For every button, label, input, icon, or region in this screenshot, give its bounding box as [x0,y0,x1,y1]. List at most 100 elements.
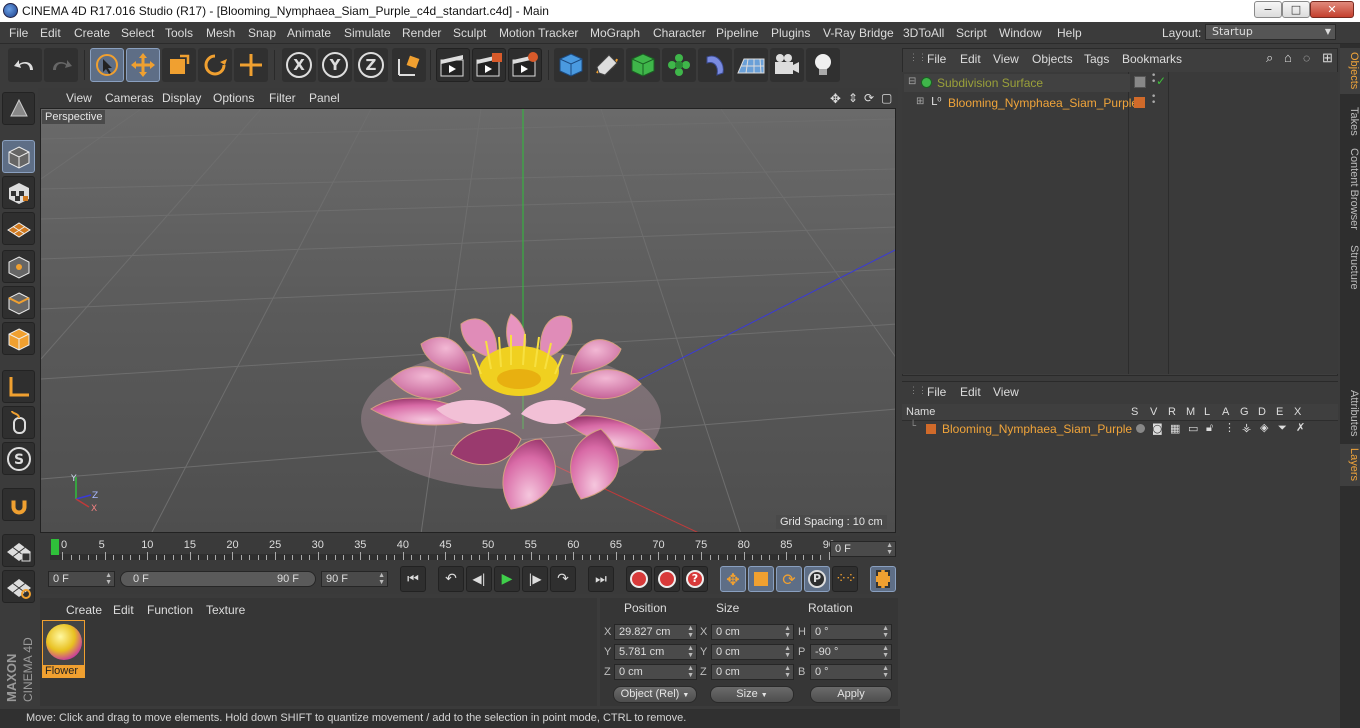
key-parameter-button[interactable]: P [804,566,830,592]
maximize-button[interactable]: □ [1282,1,1310,18]
end-frame-field[interactable]: 90 F ▲ ▼ [321,571,388,587]
live-selection-button[interactable] [90,48,124,82]
make-editable-button[interactable] [2,92,35,125]
layer-column-v[interactable]: V [1150,406,1157,418]
tab-layers[interactable]: Layers [1340,444,1360,486]
key-scale-button[interactable] [748,566,774,592]
spinner-arrows-icon[interactable]: ▲ ▼ [784,625,791,639]
deformer-button[interactable] [698,48,732,82]
timeline-playhead[interactable] [51,539,59,555]
object-menu-edit[interactable]: Edit [960,52,981,66]
menu-mesh[interactable]: Mesh [206,26,235,40]
record-keys-button[interactable] [626,566,652,592]
eye-icon[interactable]: ◌ [1303,51,1310,65]
floor-button[interactable] [734,48,768,82]
manager-toggle-icon[interactable]: ▭ [1188,422,1198,435]
menu-file[interactable]: File [9,26,28,40]
view-toggle-icon[interactable]: ◙ [1152,422,1163,435]
solo-button[interactable]: S [2,442,35,475]
render-to-picture-viewer-button[interactable] [472,48,506,82]
next-frame-button[interactable]: |▶ [522,566,548,592]
lock-workplane-button[interactable] [2,534,35,567]
expand-icon[interactable]: ⊞ [916,96,924,107]
layer-row[interactable]: └ Blooming_Nymphaea_Siam_Purple ◙ ▦ ▭ 🔓︎… [904,421,1338,437]
layer-column-a[interactable]: A [1222,406,1229,418]
viewport-scene[interactable]: Y Z X [41,109,896,533]
viewport-menu-cameras[interactable]: Cameras [105,91,154,105]
coordinate-system-button[interactable] [392,48,426,82]
position-field[interactable]: 0 cm ▲ ▼ [614,664,697,680]
layer-column-name[interactable]: Name [906,406,935,418]
z-axis-lock-button[interactable]: Z [354,48,388,82]
edges-mode-button[interactable] [2,286,35,319]
spinner-arrows-icon[interactable]: ▲ ▼ [784,665,791,679]
spinner-arrows-icon[interactable]: ▲ ▼ [882,665,889,679]
tab-objects[interactable]: Objects [1340,48,1360,94]
current-frame-field[interactable]: 0 F ▲ ▼ [830,541,896,557]
object-menu-objects[interactable]: Objects [1032,52,1073,66]
move-tool-button[interactable] [126,48,160,82]
key-position-button[interactable]: ✥ [720,566,746,592]
pen-spline-button[interactable] [590,48,624,82]
viewport-rotate-icon[interactable]: ⟳ [864,91,874,105]
material-menu-edit[interactable]: Edit [113,603,134,617]
menu-script[interactable]: Script [956,26,987,40]
viewport-perspective[interactable]: Y Z X [40,108,896,533]
animation-toggle-icon[interactable]: ⋮ [1224,421,1235,434]
size-field[interactable]: 0 cm ▲ ▼ [711,664,794,680]
layer-menu-view[interactable]: View [993,385,1019,399]
object-row-nymphaea[interactable]: ⊞ L⁰ Blooming_Nymphaea_Siam_Purple [904,94,1138,112]
layout-dropdown[interactable]: Startup ▼ [1205,24,1336,40]
spinner-arrows-icon[interactable]: ▲ ▼ [687,665,694,679]
visibility-dots-icon[interactable]: • • [1151,93,1156,108]
x-axis-lock-button[interactable]: X [282,48,316,82]
key-pla-button[interactable]: ⁘⁘ [832,566,858,592]
material-menu-create[interactable]: Create [66,603,102,617]
redo-button[interactable] [44,48,78,82]
subdivision-surface-button[interactable] [626,48,660,82]
viewport-zoom-icon[interactable]: ⇕ [848,91,858,105]
polygons-mode-button[interactable] [2,322,35,355]
menu-pipeline[interactable]: Pipeline [716,26,759,40]
rotation-field[interactable]: 0 ° ▲ ▼ [810,624,892,640]
layer-column-m[interactable]: M [1186,406,1195,418]
xref-toggle-icon[interactable]: ✗ [1296,421,1305,434]
menu-character[interactable]: Character [653,26,706,40]
frame-range-slider[interactable]: 0 F 90 F [120,571,316,587]
scale-tool-button[interactable] [162,48,196,82]
points-mode-button[interactable] [2,250,35,283]
go-to-start-button[interactable]: ⏮ [400,566,426,592]
layer-column-s[interactable]: S [1131,406,1138,418]
object-menu-view[interactable]: View [993,52,1019,66]
menu-window[interactable]: Window [999,26,1042,40]
new-panel-icon[interactable]: ⊞ [1322,50,1333,66]
home-icon[interactable]: ⌂ [1284,50,1292,65]
search-icon[interactable]: ⌕ [1266,50,1273,66]
previous-frame-button[interactable]: ◀| [466,566,492,592]
key-rotation-button[interactable]: ⟳ [776,566,802,592]
object-menu-bookmarks[interactable]: Bookmarks [1122,52,1182,66]
menu-animate[interactable]: Animate [287,26,331,40]
size-field[interactable]: 0 cm ▲ ▼ [711,624,794,640]
render-view-button[interactable] [436,48,470,82]
render-toggle-icon[interactable]: ▦ [1170,422,1180,435]
apply-button[interactable]: Apply [810,686,892,703]
next-key-button[interactable]: ↷ [550,566,576,592]
material-menu-function[interactable]: Function [147,603,193,617]
minimize-button[interactable]: − [1254,1,1282,18]
previous-key-button[interactable]: ↶ [438,566,464,592]
layer-color-tag[interactable] [1134,97,1145,108]
start-frame-field[interactable]: 0 F ▲ ▼ [48,571,115,587]
generators-toggle-icon[interactable]: ⚶ [1242,421,1251,434]
menu-select[interactable]: Select [121,26,154,40]
model-mode-button[interactable] [2,140,35,173]
viewport-menu-options[interactable]: Options [213,91,254,105]
menu-motion-tracker[interactable]: Motion Tracker [499,26,578,40]
object-menu-file[interactable]: File [927,52,946,66]
workplane-mode-button[interactable] [2,212,35,245]
position-field[interactable]: 5.781 cm ▲ ▼ [614,644,697,660]
cube-object-button[interactable] [554,48,588,82]
menu-create[interactable]: Create [74,26,110,40]
spinner-arrows-icon[interactable]: ▲ ▼ [882,625,889,639]
menu-render[interactable]: Render [402,26,441,40]
